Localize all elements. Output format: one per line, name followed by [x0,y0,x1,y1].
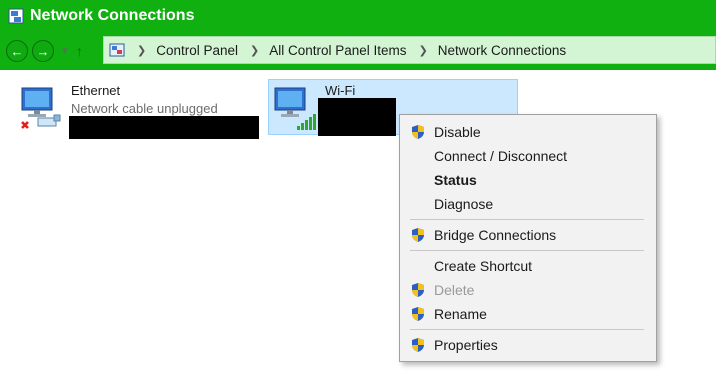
menu-item-label: Properties [434,337,498,353]
menu-item-delete[interactable]: Delete [400,278,656,302]
back-arrow-icon[interactable]: ← [6,40,28,62]
uac-shield-icon [412,283,424,297]
uac-shield-icon [412,338,424,352]
breadcrumb-separator-icon[interactable]: ❯ [419,44,428,57]
control-panel-icon [109,43,125,57]
redacted-network-name [318,98,396,136]
up-arrow-icon[interactable]: ↑ [76,43,83,59]
menu-item-label: Create Shortcut [434,258,533,274]
menu-item-label: Bridge Connections [434,227,557,243]
wifi-adapter-icon [274,87,316,130]
menu-item-label: Disable [434,124,481,140]
connection-name: Ethernet [71,83,121,98]
menu-separator [410,250,644,251]
menu-separator [410,329,644,330]
menu-item-label: Status [434,172,477,188]
menu-item-rename[interactable]: Rename [400,302,656,326]
menu-item-create-shortcut[interactable]: Create Shortcut [400,254,656,278]
menu-item-status[interactable]: Status [400,168,656,192]
navigation-bar: ← → ▼ ↑ ❯ Control Panel ❯ All Control Pa… [0,32,716,70]
redacted-device-name [69,116,259,139]
breadcrumb-network-connections[interactable]: Network Connections [438,43,566,58]
title-bar: Network Connections [0,0,716,32]
window-title: Network Connections [30,7,195,24]
menu-item-label: Connect / Disconnect [434,148,568,164]
recent-locations-chevron-icon[interactable]: ▼ [60,46,70,57]
uac-shield-icon [412,307,424,321]
uac-shield-icon [412,125,424,139]
menu-item-label: Diagnose [434,196,494,212]
breadcrumb-separator-icon[interactable]: ❯ [137,44,146,57]
uac-shield-icon [412,228,424,242]
menu-item-bridge-connections[interactable]: Bridge Connections [400,223,656,247]
menu-item-label: Delete [434,282,475,298]
breadcrumb-control-panel[interactable]: Control Panel [156,43,238,58]
forward-arrow-icon[interactable]: → [32,40,54,62]
connection-item-ethernet[interactable]: Ethernet Network cable unplugged [14,80,264,142]
menu-item-properties[interactable]: Properties [400,333,656,357]
menu-item-diagnose[interactable]: Diagnose [400,192,656,216]
breadcrumb-all-control-panel-items[interactable]: All Control Panel Items [269,43,406,58]
menu-item-connect-disconnect[interactable]: Connect / Disconnect [400,144,656,168]
breadcrumb-separator-icon[interactable]: ❯ [250,44,259,57]
network-connections-app-icon [8,8,24,24]
connection-status: Network cable unplugged [71,101,218,116]
ethernet-adapter-icon [21,87,61,129]
menu-item-disable[interactable]: Disable [400,120,656,144]
menu-separator [410,219,644,220]
connection-name: Wi-Fi [325,83,356,98]
context-menu: Disable Connect / Disconnect Status Diag… [399,114,657,362]
address-bar[interactable]: ❯ Control Panel ❯ All Control Panel Item… [103,36,716,64]
menu-item-label: Rename [434,306,487,322]
